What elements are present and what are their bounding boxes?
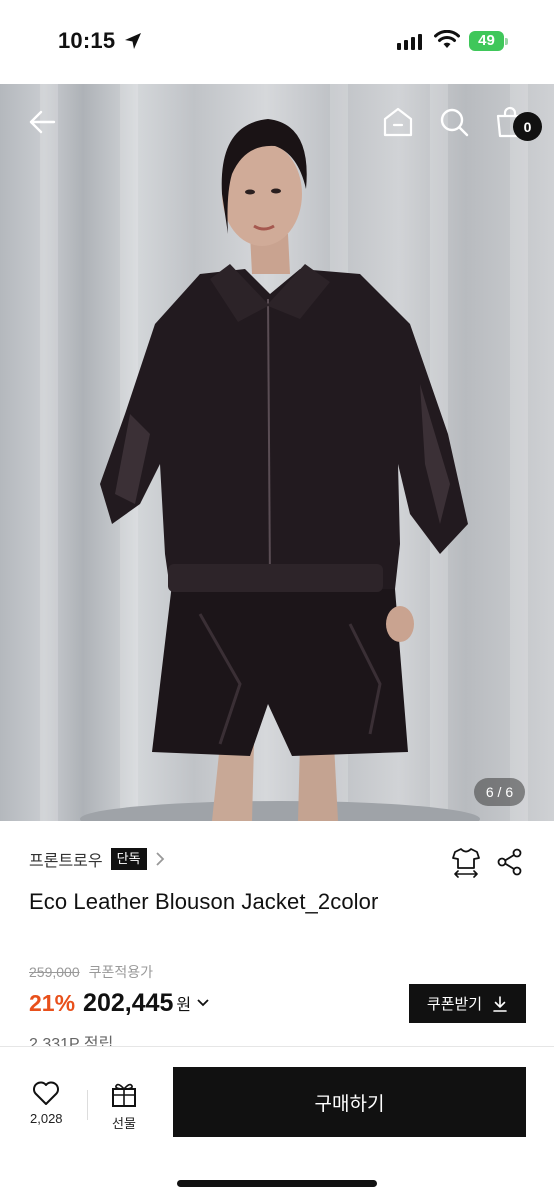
status-bar: 10:15 49	[0, 0, 554, 84]
original-price-row: 259,000 쿠폰적용가	[29, 962, 153, 982]
like-button[interactable]: 2,028	[30, 1080, 63, 1126]
bottom-bar-divider	[87, 1090, 88, 1120]
brand-name[interactable]: 프론트로우	[29, 847, 103, 871]
wifi-icon	[434, 30, 460, 48]
gift-button[interactable]: 선물	[110, 1080, 138, 1132]
share-icon[interactable]	[496, 848, 524, 876]
product-image-gallery[interactable]: 6 / 6	[0, 84, 554, 821]
search-button[interactable]	[434, 102, 474, 142]
back-button[interactable]	[22, 102, 62, 142]
gift-icon	[112, 1083, 136, 1107]
home-button[interactable]	[378, 102, 418, 142]
size-guide-icon[interactable]	[451, 846, 481, 878]
exclusive-badge: 단독	[110, 848, 147, 870]
gift-label: 선물	[112, 1116, 136, 1131]
product-model-photo	[80, 119, 480, 821]
status-time: 10:15	[58, 28, 116, 53]
gallery-page-indicator: 6 / 6	[474, 778, 525, 806]
product-title: Eco Leather Blouson Jacket_2color	[29, 889, 379, 914]
like-count: 2,028	[30, 1111, 63, 1126]
search-icon	[440, 108, 469, 137]
battery-icon: 49	[469, 31, 509, 51]
cellular-signal-icon	[397, 34, 422, 50]
cart-count-badge: 0	[513, 112, 542, 141]
home-icon	[383, 107, 413, 137]
coupon-button-label: 쿠폰받기	[426, 996, 483, 1013]
brand-row[interactable]: 프론트로우 단독	[29, 846, 166, 872]
original-price: 259,000	[29, 964, 80, 980]
reward-points: 2,331P 적립	[29, 1036, 114, 1046]
location-arrow-icon	[125, 33, 141, 49]
price-row[interactable]: 21% 202,445 원	[29, 986, 210, 1020]
heart-icon	[33, 1081, 60, 1105]
chevron-down-icon[interactable]	[196, 998, 210, 1008]
gallery-top-nav	[0, 84, 554, 164]
coupon-price-label: 쿠폰적용가	[88, 964, 154, 980]
currency-label: 원	[176, 997, 192, 1014]
download-icon	[493, 995, 507, 1012]
sale-price: 202,445	[83, 988, 174, 1017]
battery-level: 49	[469, 31, 504, 51]
coupon-download-button[interactable]: 쿠폰받기	[409, 984, 526, 1023]
chevron-right-icon	[155, 852, 164, 866]
buy-button[interactable]: 구매하기	[173, 1067, 526, 1137]
back-arrow-icon	[29, 110, 56, 134]
discount-rate: 21%	[29, 989, 76, 1016]
home-indicator	[177, 1180, 377, 1187]
